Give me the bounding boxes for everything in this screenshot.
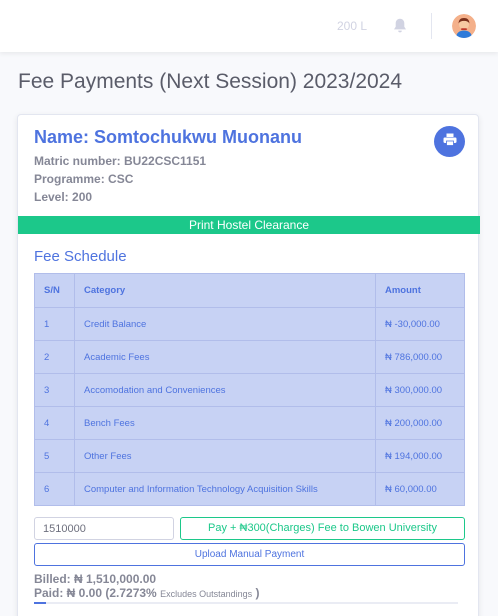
- print-icon: [443, 133, 457, 151]
- paid-close: ): [255, 586, 260, 600]
- row-sn: 3: [34, 373, 75, 407]
- table-row: 5 Other Fees ₦ 194,000.00: [34, 439, 465, 473]
- row-amount: ₦ 194,000.00: [375, 439, 465, 473]
- page-title: Fee Payments (Next Session) 2023/2024: [18, 70, 403, 93]
- header-amount: Amount: [375, 273, 465, 308]
- level-label: 200 L: [337, 19, 368, 33]
- paid-amount: Paid: ₦ 0.00 (2.7273% Excludes Outstandi…: [34, 586, 259, 600]
- excludes-note: Excludes Outstandings: [160, 589, 253, 599]
- row-amount: ₦ 786,000.00: [375, 340, 465, 374]
- payment-progress-fill: [34, 602, 46, 604]
- row-amount: ₦ 200,000.00: [375, 406, 465, 440]
- matric-number: Matric number: BU22CSC1151: [34, 154, 207, 168]
- row-amount: ₦ 300,000.00: [375, 373, 465, 407]
- bell-icon[interactable]: [393, 18, 407, 34]
- upload-manual-payment-button[interactable]: Upload Manual Payment: [34, 543, 465, 566]
- table-row: 2 Academic Fees ₦ 786,000.00: [34, 340, 465, 374]
- fee-card: Name: Somtochukwu Muonanu Matric number:…: [17, 114, 480, 616]
- row-category: Academic Fees: [74, 340, 376, 374]
- amount-input[interactable]: [34, 517, 174, 540]
- level: Level: 200: [34, 190, 93, 204]
- row-sn: 5: [34, 439, 75, 473]
- row-sn: 1: [34, 307, 75, 341]
- print-button[interactable]: [434, 126, 465, 157]
- programme: Programme: CSC: [34, 172, 134, 186]
- student-name: Name: Somtochukwu Muonanu: [34, 127, 303, 147]
- row-category: Other Fees: [74, 439, 376, 473]
- row-category: Bench Fees: [74, 406, 376, 440]
- user-avatar[interactable]: [452, 14, 476, 38]
- row-amount: ₦ 60,000.00: [375, 472, 465, 506]
- row-category: Computer and Information Technology Acqu…: [74, 472, 376, 506]
- table-row: 4 Bench Fees ₦ 200,000.00: [34, 406, 465, 440]
- header-category: Category: [74, 273, 376, 308]
- topbar: 200 L: [0, 0, 498, 52]
- billed-amount: Billed: ₦ 1,510,000.00: [34, 572, 157, 586]
- pay-fee-button[interactable]: Pay + ₦300(Charges) Fee to Bowen Univers…: [180, 517, 465, 540]
- row-sn: 2: [34, 340, 75, 374]
- row-sn: 6: [34, 472, 75, 506]
- topbar-divider: [431, 13, 432, 39]
- table-header-row: S/N Category Amount: [34, 273, 465, 308]
- fee-schedule-title: Fee Schedule: [34, 248, 127, 265]
- print-hostel-clearance-button[interactable]: Print Hostel Clearance: [18, 216, 480, 234]
- row-sn: 4: [34, 406, 75, 440]
- fee-schedule-table: S/N Category Amount 1 Credit Balance ₦ -…: [34, 273, 465, 506]
- table-row: 6 Computer and Information Technology Ac…: [34, 472, 465, 506]
- table-row: 1 Credit Balance ₦ -30,000.00: [34, 307, 465, 341]
- table-row: 3 Accomodation and Conveniences ₦ 300,00…: [34, 373, 465, 407]
- row-amount: ₦ -30,000.00: [375, 307, 465, 341]
- row-category: Accomodation and Conveniences: [74, 373, 376, 407]
- row-category: Credit Balance: [74, 307, 376, 341]
- paid-text: Paid: ₦ 0.00 (2.7273%: [34, 586, 157, 600]
- header-sn: S/N: [34, 273, 75, 308]
- payment-progress-bar: [34, 602, 458, 604]
